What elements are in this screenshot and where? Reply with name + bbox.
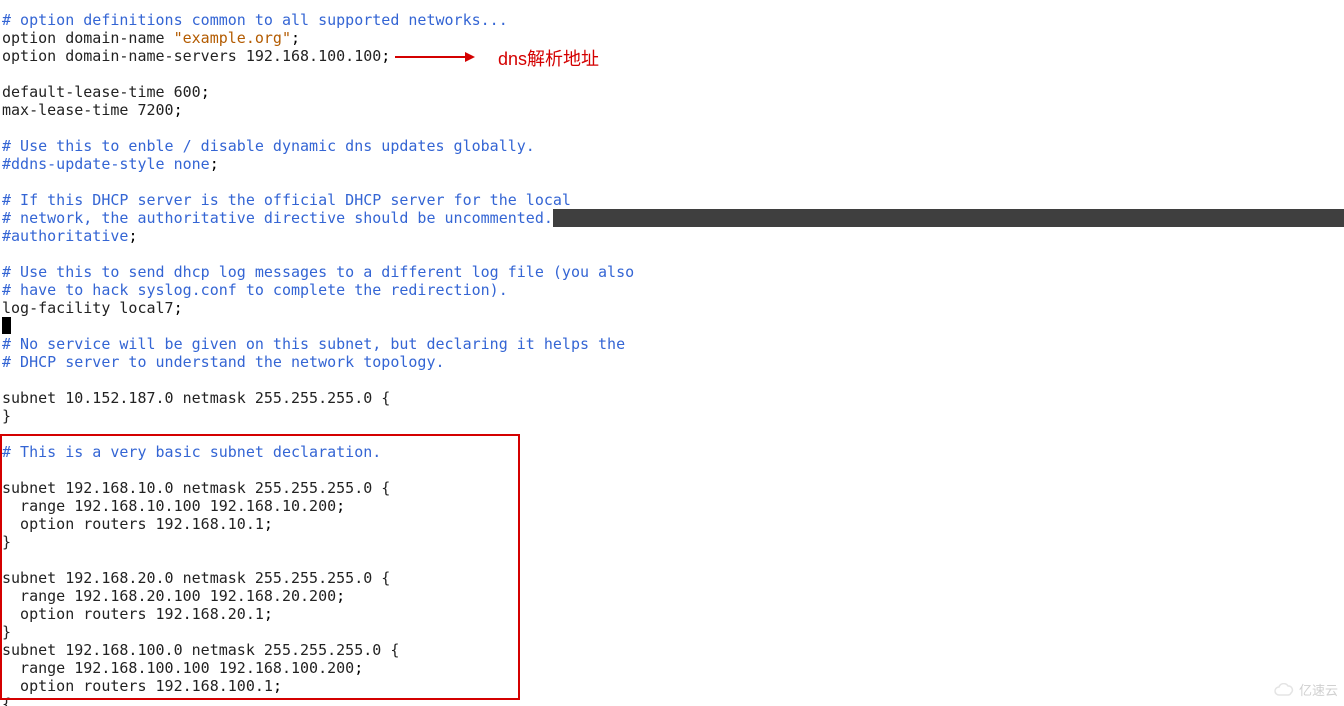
code-line[interactable]: } — [2, 533, 1344, 551]
code-line[interactable]: option domain-name "example.org"; — [2, 29, 1344, 47]
code-editor[interactable]: # option definitions common to all suppo… — [0, 0, 1344, 706]
code-line[interactable]: range 192.168.100.100 192.168.100.200; — [2, 659, 1344, 677]
line-highlight — [553, 209, 1344, 227]
code-segment: ; — [354, 659, 363, 677]
code-segment: ; — [174, 101, 183, 119]
code-segment: } — [2, 533, 11, 551]
code-segment: default-lease-time 600 — [2, 83, 201, 101]
cloud-icon — [1273, 683, 1295, 699]
code-line[interactable]: # No service will be given on this subne… — [2, 335, 1344, 353]
code-line[interactable]: # option definitions common to all suppo… — [2, 11, 1344, 29]
code-segment: # network, the authoritative directive s… — [2, 209, 553, 227]
code-line[interactable]: { — [2, 695, 1344, 706]
code-line[interactable]: } — [2, 623, 1344, 641]
code-line[interactable]: option routers 192.168.100.1; — [2, 677, 1344, 695]
code-segment: # option definitions common to all suppo… — [2, 11, 508, 29]
code-line[interactable]: range 192.168.20.100 192.168.20.200; — [2, 587, 1344, 605]
code-line[interactable]: default-lease-time 600; — [2, 83, 1344, 101]
text-cursor — [2, 317, 11, 334]
watermark: 亿速云 — [1273, 682, 1338, 700]
code-line[interactable] — [2, 65, 1344, 83]
code-line[interactable] — [2, 551, 1344, 569]
code-segment: ; — [201, 83, 210, 101]
code-segment: ; — [264, 605, 273, 623]
code-line[interactable]: # have to hack syslog.conf to complete t… — [2, 281, 1344, 299]
code-segment: option domain-name — [2, 29, 174, 47]
code-line[interactable]: #ddns-update-style none; — [2, 155, 1344, 173]
code-line[interactable] — [2, 119, 1344, 137]
code-line[interactable]: subnet 192.168.100.0 netmask 255.255.255… — [2, 641, 1344, 659]
code-line[interactable]: option routers 192.168.20.1; — [2, 605, 1344, 623]
code-segment: subnet 192.168.100.0 netmask 255.255.255… — [2, 641, 399, 659]
code-segment: # Use this to send dhcp log messages to … — [2, 263, 634, 281]
code-line[interactable] — [2, 173, 1344, 191]
code-segment: range 192.168.20.100 192.168.20.200 — [2, 587, 336, 605]
code-line[interactable] — [2, 317, 1344, 335]
code-line[interactable] — [2, 461, 1344, 479]
code-segment: subnet 10.152.187.0 netmask 255.255.255.… — [2, 389, 390, 407]
code-segment: subnet 192.168.20.0 netmask 255.255.255.… — [2, 569, 390, 587]
code-segment: range 192.168.10.100 192.168.10.200 — [2, 497, 336, 515]
code-segment: ; — [128, 227, 137, 245]
code-line[interactable]: max-lease-time 7200; — [2, 101, 1344, 119]
code-line[interactable]: subnet 10.152.187.0 netmask 255.255.255.… — [2, 389, 1344, 407]
code-segment: { — [2, 695, 11, 706]
code-line[interactable]: #authoritative; — [2, 227, 1344, 245]
code-line[interactable]: subnet 192.168.20.0 netmask 255.255.255.… — [2, 569, 1344, 587]
code-line[interactable]: option domain-name-servers 192.168.100.1… — [2, 47, 1344, 65]
code-segment: option routers 192.168.100.1 — [2, 677, 273, 695]
code-segment: ; — [381, 47, 390, 65]
code-segment: ; — [336, 497, 345, 515]
code-segment: } — [2, 623, 11, 641]
code-segment: "example.org" — [174, 29, 291, 47]
code-line[interactable]: } — [2, 407, 1344, 425]
code-segment: ; — [291, 29, 300, 47]
code-segment: option routers 192.168.10.1 — [2, 515, 264, 533]
code-line[interactable]: # Use this to enble / disable dynamic dn… — [2, 137, 1344, 155]
code-segment: option routers 192.168.20.1 — [2, 605, 264, 623]
code-line[interactable]: # Use this to send dhcp log messages to … — [2, 263, 1344, 281]
code-line[interactable] — [2, 425, 1344, 443]
code-segment: option domain-name-servers 192.168.100.1… — [2, 47, 381, 65]
code-line[interactable] — [2, 371, 1344, 389]
code-segment: ; — [264, 515, 273, 533]
code-segment: # have to hack syslog.conf to complete t… — [2, 281, 508, 299]
code-segment: # DHCP server to understand the network … — [2, 353, 445, 371]
code-segment: max-lease-time 7200 — [2, 101, 174, 119]
code-segment: #authoritative — [2, 227, 128, 245]
code-segment: ; — [210, 155, 219, 173]
code-line[interactable]: # This is a very basic subnet declaratio… — [2, 443, 1344, 461]
code-line[interactable]: # If this DHCP server is the official DH… — [2, 191, 1344, 209]
code-line[interactable]: range 192.168.10.100 192.168.10.200; — [2, 497, 1344, 515]
code-segment: range 192.168.100.100 192.168.100.200 — [2, 659, 354, 677]
code-segment: ; — [273, 677, 282, 695]
code-segment: subnet 192.168.10.0 netmask 255.255.255.… — [2, 479, 390, 497]
code-segment: ; — [174, 299, 183, 317]
code-line[interactable] — [2, 245, 1344, 263]
code-line[interactable]: # network, the authoritative directive s… — [2, 209, 1344, 227]
code-segment: } — [2, 407, 11, 425]
code-segment: # If this DHCP server is the official DH… — [2, 191, 571, 209]
code-line[interactable]: subnet 192.168.10.0 netmask 255.255.255.… — [2, 479, 1344, 497]
watermark-text: 亿速云 — [1299, 682, 1338, 700]
annotation-text: dns解析地址 — [498, 50, 599, 68]
code-segment: # Use this to enble / disable dynamic dn… — [2, 137, 535, 155]
code-segment: log-facility local7 — [2, 299, 174, 317]
code-line[interactable]: log-facility local7; — [2, 299, 1344, 317]
code-segment: #ddns-update-style none — [2, 155, 210, 173]
code-segment: # No service will be given on this subne… — [2, 335, 625, 353]
code-line[interactable]: # DHCP server to understand the network … — [2, 353, 1344, 371]
code-line[interactable]: option routers 192.168.10.1; — [2, 515, 1344, 533]
code-segment: # This is a very basic subnet declaratio… — [2, 443, 381, 461]
code-segment: ; — [336, 587, 345, 605]
